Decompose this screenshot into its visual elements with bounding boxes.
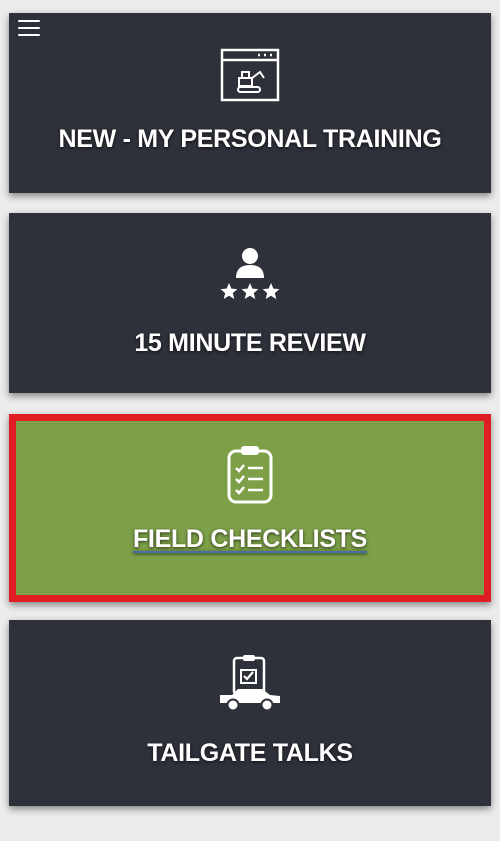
menu-bar [18,27,40,29]
menu-bar [18,20,40,22]
field-checklists-card[interactable]: FIELD CHECKLISTS [9,414,491,602]
clipboard-checklist-icon [226,445,274,505]
person-rating-stars-icon [219,246,281,304]
minute-review-card[interactable]: 15 MINUTE REVIEW [9,213,491,393]
card-label: TAILGATE TALKS [147,739,353,767]
truck-clipboard-icon [218,655,282,713]
hamburger-menu-button[interactable] [18,20,40,38]
tailgate-talks-card[interactable]: TAILGATE TALKS [9,620,491,806]
construction-training-icon [220,48,280,102]
personal-training-card[interactable]: NEW - MY PERSONAL TRAINING [9,13,491,193]
card-label: FIELD CHECKLISTS [132,525,368,553]
menu-bar [18,34,40,36]
card-label: NEW - MY PERSONAL TRAINING [58,125,442,153]
card-label: 15 MINUTE REVIEW [134,329,366,357]
